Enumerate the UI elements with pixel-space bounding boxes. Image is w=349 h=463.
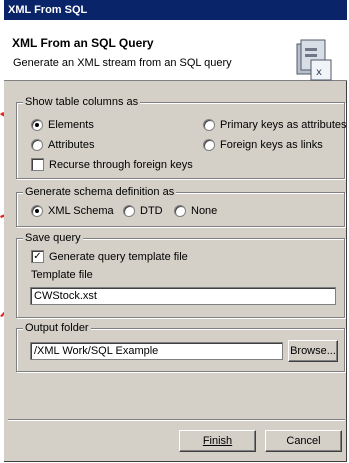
radio-indicator: [174, 205, 186, 217]
dtd-radio[interactable]: DTD: [123, 205, 163, 217]
database-xml-icon: x: [296, 39, 332, 81]
generate-template-label: Generate query template file: [49, 250, 188, 263]
none-radio[interactable]: None: [174, 205, 217, 217]
template-file-input[interactable]: CWStock.xst: [30, 287, 336, 305]
dtd-label: DTD: [140, 205, 163, 217]
footer-separator: [8, 419, 345, 421]
elements-label: Elements: [48, 119, 94, 131]
cancel-button-label: Cancel: [286, 435, 321, 447]
svg-text:x: x: [316, 67, 322, 78]
primary-keys-as-attributes-label: Primary keys as attributes: [220, 119, 347, 131]
cancel-button[interactable]: Cancel: [265, 430, 342, 452]
foreign-keys-as-links-label: Foreign keys as links: [220, 139, 323, 151]
banner-title: XML From an SQL Query: [12, 36, 154, 50]
radio-indicator: [123, 205, 135, 217]
output-folder-legend: Output folder: [23, 321, 91, 335]
schema-legend: Generate schema definition as: [23, 185, 177, 199]
template-file-label: Template file: [31, 269, 93, 281]
radio-selected-indicator: [31, 119, 43, 131]
primary-keys-as-attributes-radio[interactable]: Primary keys as attributes: [203, 119, 347, 131]
none-label: None: [191, 205, 218, 217]
radio-indicator: [31, 139, 43, 151]
save-query-group: Save query ✓ Generate query template fil…: [16, 231, 345, 318]
browse-button[interactable]: Browse...: [288, 340, 338, 362]
finish-button-label: Finish: [202, 435, 233, 447]
output-folder-group: Output folder /XML Work/SQL Example Brow…: [16, 321, 345, 372]
elements-radio[interactable]: Elements: [31, 119, 94, 131]
table-columns-legend: Show table columns as: [23, 95, 141, 109]
attributes-label: Attributes: [48, 139, 95, 151]
generate-template-checkbox[interactable]: ✓ Generate query template file: [31, 250, 188, 263]
table-columns-group: Show table columns as Elements Primary k…: [16, 95, 347, 179]
schema-group: Generate schema definition as XML Schema…: [16, 185, 345, 227]
radio-selected-indicator: [31, 205, 43, 217]
xml-schema-radio[interactable]: XML Schema: [31, 205, 114, 217]
output-folder-input[interactable]: /XML Work/SQL Example: [30, 342, 283, 360]
foreign-keys-as-links-radio[interactable]: Foreign keys as links: [203, 139, 323, 151]
browse-button-label: Browse...: [290, 345, 336, 357]
xml-schema-label: XML Schema: [48, 205, 114, 217]
window-title: XML From SQL: [4, 0, 347, 20]
xml-from-sql-dialog: XML From SQL XML From an SQL Query Gener…: [4, 0, 347, 462]
checkbox-indicator: [31, 158, 44, 171]
recurse-foreign-keys-label: Recurse through foreign keys: [49, 158, 193, 171]
radio-indicator: [203, 139, 215, 151]
banner-description: Generate an XML stream from an SQL query: [13, 57, 232, 69]
radio-indicator: [203, 119, 215, 131]
save-query-legend: Save query: [23, 231, 83, 245]
recurse-foreign-keys-checkbox[interactable]: Recurse through foreign keys: [31, 158, 193, 171]
attributes-radio[interactable]: Attributes: [31, 139, 94, 151]
wizard-banner: XML From an SQL Query Generate an XML st…: [4, 20, 347, 81]
checkbox-checked-indicator: ✓: [31, 250, 44, 263]
finish-button[interactable]: Finish: [179, 430, 256, 452]
